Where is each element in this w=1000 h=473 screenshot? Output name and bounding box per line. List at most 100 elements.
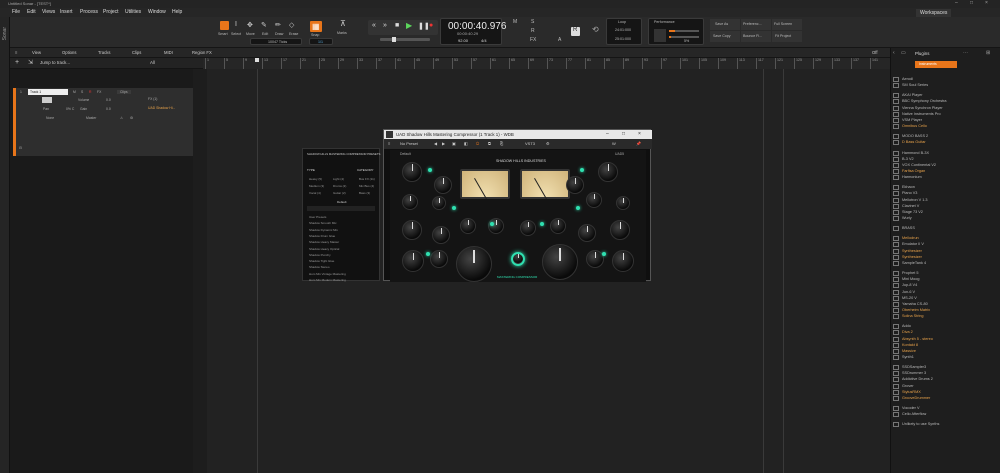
stop-button[interactable]: ■ — [395, 22, 399, 29]
menu-window[interactable]: Window — [148, 8, 166, 17]
browser-item[interactable]: Mellotron V 1.3 — [893, 197, 928, 203]
browser-item[interactable]: Aerodl — [893, 77, 913, 82]
preset-prev-icon[interactable]: ◀ — [434, 139, 437, 149]
power-icon[interactable]: ⏻ — [476, 139, 479, 149]
browser-item[interactable]: Synthesizer — [893, 254, 922, 260]
preset-search-bar[interactable] — [307, 206, 375, 211]
snap-grid-button[interactable]: ▦ — [310, 21, 322, 32]
preset-list-item[interactable]: Shadow Drum Glue — [309, 234, 335, 238]
compressor-knob[interactable] — [432, 226, 450, 244]
browser-item[interactable]: Vocoder V — [893, 406, 920, 412]
compressor-knob[interactable] — [434, 176, 452, 194]
view-menu[interactable]: View — [32, 48, 41, 58]
paste-icon[interactable]: ⎘ — [500, 139, 503, 149]
browser-item[interactable]: Hammond B-3X — [893, 150, 929, 156]
track-filter-select[interactable]: All — [150, 60, 155, 65]
loop-start[interactable]: 24:01:000 — [615, 28, 631, 32]
collapse-browser-icon[interactable]: ‹ — [893, 50, 895, 56]
browser-item[interactable]: Vienna Synchron Player — [893, 105, 943, 111]
compressor-knob[interactable] — [610, 220, 630, 240]
track-footer-icon[interactable]: ⊟ — [19, 146, 22, 150]
preset-cat-0[interactable]: Bus FX (11) — [359, 177, 375, 181]
browser-menu-icon[interactable]: ⋯ — [963, 50, 968, 56]
preset-list-item[interactable]: Hum Mix Vintage Mastering — [309, 272, 346, 276]
browser-item[interactable]: Oberheim Matrix — [893, 307, 930, 313]
menu-insert[interactable]: Insert — [60, 8, 73, 17]
browser-item[interactable]: Omnibus Cello — [893, 124, 927, 130]
browser-item[interactable]: Prophet 5 — [893, 271, 918, 277]
rewind-button[interactable]: « — [372, 22, 376, 29]
browser-close-icon[interactable]: ⊞ — [986, 50, 990, 56]
solo-button[interactable]: S — [81, 90, 83, 94]
compressor-knob[interactable] — [598, 162, 618, 182]
meter-value[interactable]: 4/4 — [481, 38, 487, 43]
browser-item[interactable]: SSDrummer 3 — [893, 371, 926, 377]
preset-list-item[interactable]: Shadow Punchy — [309, 253, 331, 257]
mute-button[interactable]: M — [73, 90, 76, 94]
save-preset-icon[interactable]: ▣ — [452, 139, 456, 149]
browser-item[interactable]: Grover — [893, 383, 914, 389]
preset-list-item[interactable]: Shadow Heavy Optical — [309, 247, 339, 251]
browser-item[interactable]: MS-20 V — [893, 295, 917, 301]
full-screen-button[interactable]: Full Screen — [772, 19, 802, 30]
browser-item[interactable]: Addictive Drums 2 — [893, 377, 933, 383]
browser-item[interactable]: Unlikely to use Synths — [893, 422, 939, 428]
preset-type-4[interactable]: Vocal (4) — [309, 191, 321, 195]
position-slider[interactable] — [380, 37, 430, 42]
compressor-knob[interactable] — [542, 244, 578, 280]
edit-tool-button[interactable]: ✎ — [260, 21, 269, 30]
lock-icon[interactable]: ⚠ — [120, 116, 123, 120]
browser-item[interactable]: Cello Afterflow — [893, 412, 926, 418]
preset-type-5[interactable]: Guitar (2) — [333, 191, 346, 195]
jump-icon[interactable]: ⇲ — [28, 59, 33, 66]
compressor-knob[interactable] — [550, 218, 566, 234]
collapse-icon[interactable]: ≡ — [15, 48, 17, 58]
fast-forward-button[interactable]: » — [383, 22, 387, 29]
pin-icon[interactable]: 📌 — [636, 139, 641, 149]
play-button[interactable]: ▶ — [406, 21, 412, 30]
erase-tool-button[interactable]: ◇ — [288, 21, 297, 30]
minimize-button[interactable]: – — [955, 0, 958, 6]
plugin-minimize-button[interactable]: – — [606, 130, 609, 139]
output-select[interactable]: Master — [86, 116, 96, 120]
compressor-knob[interactable] — [578, 224, 596, 242]
preset-type-3[interactable]: Drums (2) — [333, 184, 346, 188]
loop-icon[interactable]: ⟲ — [592, 25, 599, 34]
browser-item[interactable]: BRASS — [893, 226, 915, 232]
record-enable-button[interactable]: R — [89, 90, 91, 94]
browser-item[interactable]: SampleTank 4 — [893, 260, 926, 266]
browser-item[interactable]: Addo — [893, 324, 911, 330]
browser-item[interactable]: VOX Continental V2 — [893, 162, 936, 168]
menu-file[interactable]: File — [12, 8, 20, 17]
preset-list-item[interactable]: Shadow Stereo — [309, 265, 330, 269]
region-fx-menu[interactable]: Region FX — [192, 48, 212, 58]
smart-tool-button[interactable] — [220, 21, 229, 30]
browser-item[interactable]: D Bass Guitar — [893, 140, 926, 146]
add-track-icon[interactable]: + — [15, 59, 19, 66]
preset-next-icon[interactable]: ▶ — [442, 139, 445, 149]
browser-item[interactable]: Native Instruments Pro — [893, 111, 941, 117]
draw-tool-button[interactable]: ✏ — [274, 21, 283, 30]
track-fx-button[interactable]: FX — [97, 90, 101, 94]
maximize-button[interactable]: □ — [970, 0, 973, 6]
preferences-button[interactable]: Preferenc... — [741, 19, 771, 30]
browser-item[interactable]: Stage 73 V2 — [893, 209, 923, 215]
compressor-knob[interactable] — [402, 250, 424, 272]
menu-utilities[interactable]: Utilities — [125, 8, 141, 17]
gain-value[interactable]: 0.0 — [106, 107, 111, 111]
close-button[interactable]: × — [985, 0, 988, 6]
browser-item[interactable]: StylusRMX — [893, 389, 921, 395]
clips-menu[interactable]: Clips — [132, 48, 141, 58]
menu-help[interactable]: Help — [172, 8, 182, 17]
preset-list-item[interactable]: User Presets — [309, 215, 326, 219]
browser-item[interactable]: Absynth 5 - stereo — [893, 336, 933, 342]
browser-item[interactable]: GrooveDrummer — [893, 395, 930, 401]
fit-project-button[interactable]: Fit Project — [772, 31, 802, 42]
tempo-value[interactable]: 92.00 — [458, 38, 468, 43]
browser-item[interactable]: BBC Symphony Orchestra — [893, 99, 947, 105]
track-name-field[interactable]: Track 1 — [28, 89, 68, 95]
browser-item[interactable]: Jun-6 V — [893, 289, 915, 295]
compressor-knob[interactable] — [616, 196, 630, 210]
jump-to-track-field[interactable]: Jump to track... — [40, 60, 70, 65]
plugins-tab[interactable]: Plugins — [915, 51, 929, 56]
